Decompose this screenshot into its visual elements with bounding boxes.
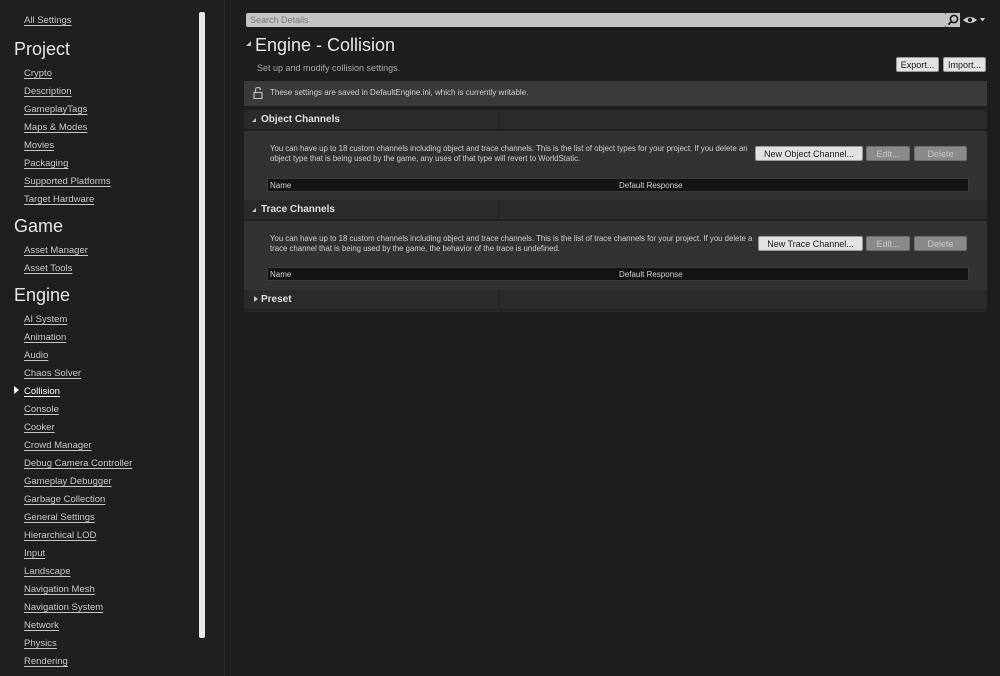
sidebar-item-garbage-collection[interactable]: Garbage Collection xyxy=(24,494,105,505)
new-trace-channel-button[interactable]: New Trace Channel... xyxy=(758,236,863,251)
object-channels-description: You can have up to 18 custom channels in… xyxy=(270,144,748,163)
sidebar-item-target-hardware[interactable]: Target Hardware xyxy=(24,194,94,205)
column-name: Name xyxy=(270,181,292,190)
sidebar-item-general-settings[interactable]: General Settings xyxy=(24,512,95,523)
search-details-input[interactable] xyxy=(246,13,946,27)
details-panel: Engine - Collision Set up and modify col… xyxy=(226,0,1000,676)
import-button[interactable]: Import... xyxy=(943,57,986,72)
sidebar-item-collision[interactable]: Collision xyxy=(24,386,60,397)
sidebar-item-crypto[interactable]: Crypto xyxy=(24,68,52,79)
object-channels-panel: You can have up to 18 custom channels in… xyxy=(244,131,987,200)
view-options-eye-icon[interactable] xyxy=(962,14,986,26)
export-button[interactable]: Export... xyxy=(896,57,939,72)
trace-channels-description: You can have up to 18 custom channels in… xyxy=(270,234,753,253)
sidebar-item-hierarchical-lod[interactable]: Hierarchical LOD xyxy=(24,530,96,541)
unlocked-icon xyxy=(253,87,263,99)
delete-object-channel-button[interactable]: Delete xyxy=(914,146,967,161)
sidebar-item-audio[interactable]: Audio xyxy=(24,350,48,361)
sidebar-category-game: Game xyxy=(14,216,64,236)
column-name: Name xyxy=(270,270,292,279)
column-default-response: Default Response xyxy=(619,270,683,279)
active-item-arrow-icon xyxy=(14,386,19,394)
edit-trace-channel-button[interactable]: Edit... xyxy=(866,236,910,251)
sidebar-item-input[interactable]: Input xyxy=(24,548,45,559)
edit-object-channel-button[interactable]: Edit... xyxy=(866,146,910,161)
page-subtitle: Set up and modify collision settings. xyxy=(257,63,401,73)
page-title: Engine - Collision xyxy=(255,35,396,55)
collapse-arrow-icon[interactable] xyxy=(252,118,256,122)
sidebar-all-settings[interactable]: All Settings xyxy=(24,15,72,26)
sidebar-category-project: Project xyxy=(14,39,71,59)
sidebar-scrollbar-thumb[interactable] xyxy=(199,12,205,638)
config-notice-bar: These settings are saved in DefaultEngin… xyxy=(244,81,987,106)
column-default-response: Default Response xyxy=(619,181,683,190)
trace-channels-title: Trace Channels xyxy=(261,204,335,215)
sidebar-item-physics[interactable]: Physics xyxy=(24,638,57,649)
trace-channels-header[interactable]: Trace Channels xyxy=(244,200,987,220)
trace-channels-list-header: Name Default Response xyxy=(267,267,969,281)
sidebar-item-cooker[interactable]: Cooker xyxy=(24,422,55,433)
sidebar-item-landscape[interactable]: Landscape xyxy=(24,566,70,577)
sidebar-item-movies[interactable]: Movies xyxy=(24,140,54,151)
preset-row-border xyxy=(244,310,987,312)
object-channels-list-header: Name Default Response xyxy=(267,178,969,192)
sidebar-item-crowd-manager[interactable]: Crowd Manager xyxy=(24,440,92,451)
sidebar-item-asset-manager[interactable]: Asset Manager xyxy=(24,245,88,256)
expand-arrow-icon[interactable] xyxy=(254,296,258,302)
sidebar-list: All Settings Project Crypto Description … xyxy=(0,0,200,676)
notice-text: These settings are saved in DefaultEngin… xyxy=(270,88,529,97)
sidebar-item-debug-camera-controller[interactable]: Debug Camera Controller xyxy=(24,458,132,469)
object-channels-header[interactable]: Object Channels xyxy=(244,110,987,130)
sidebar-category-engine: Engine xyxy=(14,285,71,305)
sidebar-item-supported-platforms[interactable]: Supported Platforms xyxy=(24,176,111,187)
sidebar-item-description[interactable]: Description xyxy=(24,86,72,97)
sidebar-item-maps-modes[interactable]: Maps & Modes xyxy=(24,122,87,133)
sidebar-item-console[interactable]: Console xyxy=(24,404,59,415)
column-divider xyxy=(498,200,499,220)
preset-header[interactable]: Preset xyxy=(244,290,987,310)
search-icon[interactable] xyxy=(946,13,960,27)
collapse-arrow-icon[interactable] xyxy=(252,208,256,212)
sidebar-item-network[interactable]: Network xyxy=(24,620,59,631)
sidebar-item-asset-tools[interactable]: Asset Tools xyxy=(24,263,72,274)
delete-trace-channel-button[interactable]: Delete xyxy=(914,236,967,251)
preset-title: Preset xyxy=(261,294,292,305)
sidebar-item-gameplaytags[interactable]: GameplayTags xyxy=(24,104,87,115)
settings-sidebar: All Settings Project Crypto Description … xyxy=(0,0,225,676)
sidebar-item-navigation-mesh[interactable]: Navigation Mesh xyxy=(24,584,95,595)
sidebar-item-rendering[interactable]: Rendering xyxy=(24,656,68,667)
sidebar-item-chaos-solver[interactable]: Chaos Solver xyxy=(24,368,81,379)
sidebar-item-animation[interactable]: Animation xyxy=(24,332,66,343)
sidebar-item-gameplay-debugger[interactable]: Gameplay Debugger xyxy=(24,476,112,487)
trace-channels-panel: You can have up to 18 custom channels in… xyxy=(244,221,987,290)
column-divider xyxy=(498,110,499,130)
column-divider xyxy=(498,290,499,310)
sidebar-item-ai-system[interactable]: AI System xyxy=(24,314,67,325)
sidebar-item-navigation-system[interactable]: Navigation System xyxy=(24,602,103,613)
title-collapse-arrow-icon[interactable] xyxy=(246,41,251,46)
new-object-channel-button[interactable]: New Object Channel... xyxy=(755,146,863,161)
sidebar-item-packaging[interactable]: Packaging xyxy=(24,158,68,169)
object-channels-title: Object Channels xyxy=(261,114,340,125)
